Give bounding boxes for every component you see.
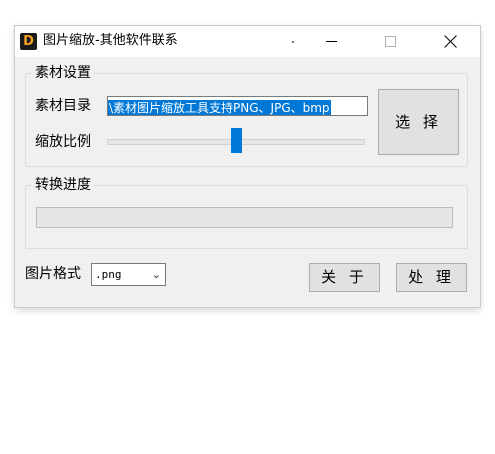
settings-group-legend: 素材设置	[32, 64, 94, 82]
chevron-down-icon: ⌄	[151, 268, 161, 281]
minimize-button[interactable]	[308, 26, 354, 57]
material-dir-value: \素材图片缩放工具支持PNG、JPG、bmp	[108, 100, 331, 115]
format-select-value: .png	[95, 268, 122, 281]
about-button[interactable]: 关 于	[309, 263, 380, 292]
app-logo-icon: D	[20, 33, 37, 50]
select-button[interactable]: 选 择	[378, 89, 459, 155]
material-dir-label: 素材目录	[35, 98, 91, 114]
app-window: D 图片缩放-其他软件联系 素材设置 素材目录 \素材图片缩放工具支持PNG、J…	[15, 26, 480, 307]
title-dot	[292, 41, 294, 43]
format-select[interactable]: .png ⌄	[91, 263, 166, 286]
maximize-button[interactable]	[367, 26, 413, 57]
progress-group-legend: 转换进度	[32, 176, 94, 194]
minimize-icon	[325, 40, 337, 42]
close-button[interactable]	[423, 26, 469, 57]
material-dir-input[interactable]: \素材图片缩放工具支持PNG、JPG、bmp	[107, 96, 368, 116]
conversion-progress-bar	[36, 207, 453, 228]
process-button[interactable]: 处 理	[396, 263, 467, 292]
scale-label: 缩放比例	[35, 134, 91, 150]
scale-slider-thumb[interactable]	[230, 128, 242, 153]
close-icon	[444, 35, 457, 48]
window-title: 图片缩放-其他软件联系	[43, 33, 178, 48]
maximize-icon	[384, 35, 396, 47]
format-label: 图片格式	[25, 266, 81, 282]
title-bar[interactable]: D 图片缩放-其他软件联系	[15, 26, 480, 57]
